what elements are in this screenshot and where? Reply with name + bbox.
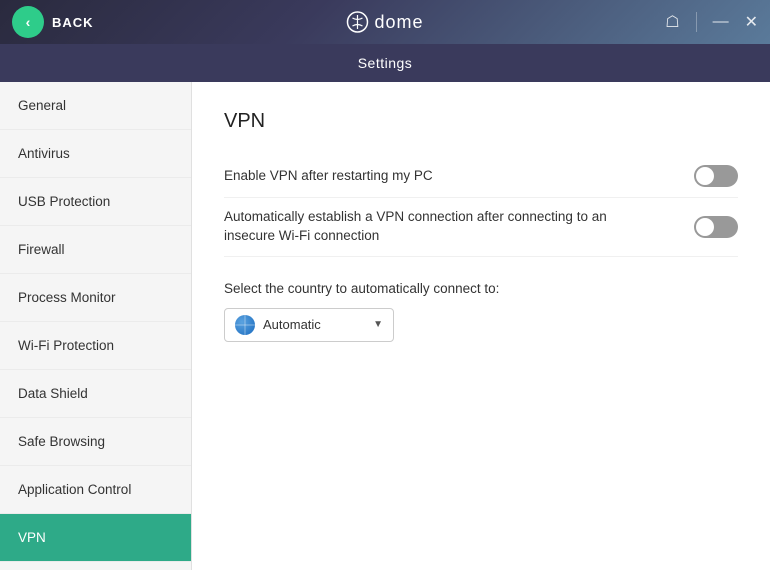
sidebar-item-general[interactable]: General <box>0 82 191 130</box>
sidebar-item-antivirus[interactable]: Antivirus <box>0 130 191 178</box>
sidebar-item-data-shield[interactable]: Data Shield <box>0 370 191 418</box>
main-layout: General Antivirus USB Protection Firewal… <box>0 82 770 570</box>
sidebar-label-vpn: VPN <box>18 530 46 545</box>
sidebar-item-application-control[interactable]: Application Control <box>0 466 191 514</box>
sidebar-label-wifi-protection: Wi-Fi Protection <box>18 338 114 353</box>
sidebar-label-usb-protection: USB Protection <box>18 194 110 209</box>
sidebar-item-safe-browsing[interactable]: Safe Browsing <box>0 418 191 466</box>
sidebar-label-data-shield: Data Shield <box>18 386 88 401</box>
sidebar-item-vpn[interactable]: VPN <box>0 514 191 562</box>
sidebar-label-antivirus: Antivirus <box>18 146 70 161</box>
globe-icon <box>235 315 255 335</box>
sidebar-label-general: General <box>18 98 66 113</box>
sidebar-label-application-control: Application Control <box>18 482 131 497</box>
title-bar: ‹ BACK dome ☖ — ✕ <box>0 0 770 44</box>
setting-row-enable-vpn: Enable VPN after restarting my PC <box>224 155 738 198</box>
sidebar-item-usb-protection[interactable]: USB Protection <box>0 178 191 226</box>
sidebar-item-wifi-protection[interactable]: Wi-Fi Protection <box>0 322 191 370</box>
country-select-value: Automatic <box>263 317 365 332</box>
setting-label-enable-vpn: Enable VPN after restarting my PC <box>224 167 433 186</box>
setting-label-auto-vpn: Automatically establish a VPN connection… <box>224 208 644 246</box>
sidebar-label-process-monitor: Process Monitor <box>18 290 116 305</box>
title-bar-left: ‹ BACK <box>12 6 94 38</box>
country-label: Select the country to automatically conn… <box>224 281 738 296</box>
setting-row-auto-vpn: Automatically establish a VPN connection… <box>224 198 738 257</box>
sidebar-item-firewall[interactable]: Firewall <box>0 226 191 274</box>
back-button[interactable]: ‹ <box>12 6 44 38</box>
toggle-enable-vpn[interactable] <box>694 165 738 187</box>
country-section: Select the country to automatically conn… <box>224 281 738 342</box>
user-icon[interactable]: ☖ <box>665 12 679 32</box>
content-area: VPN Enable VPN after restarting my PC Au… <box>192 82 770 570</box>
logo-icon <box>346 11 368 33</box>
page-title: VPN <box>224 110 738 133</box>
logo-text: dome <box>374 12 423 33</box>
title-bar-center: dome <box>346 11 423 33</box>
sidebar-label-safe-browsing: Safe Browsing <box>18 434 105 449</box>
close-button[interactable]: ✕ <box>745 12 758 32</box>
chevron-down-icon: ▼ <box>373 319 383 330</box>
settings-header: Settings <box>0 44 770 82</box>
title-bar-divider <box>696 12 697 32</box>
minimize-button[interactable]: — <box>713 13 729 31</box>
toggle-auto-vpn[interactable] <box>694 216 738 238</box>
sidebar-label-firewall: Firewall <box>18 242 65 257</box>
sidebar: General Antivirus USB Protection Firewal… <box>0 82 192 570</box>
settings-header-text: Settings <box>358 55 413 71</box>
title-bar-right: ☖ — ✕ <box>665 12 758 32</box>
back-label: BACK <box>52 15 94 30</box>
country-select-dropdown[interactable]: Automatic ▼ <box>224 308 394 342</box>
sidebar-item-process-monitor[interactable]: Process Monitor <box>0 274 191 322</box>
